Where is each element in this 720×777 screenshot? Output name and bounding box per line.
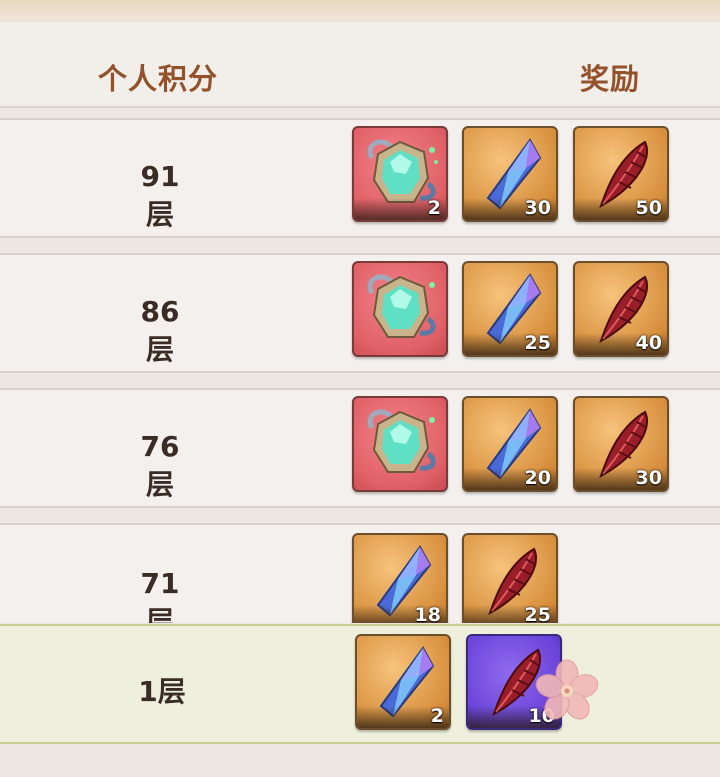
reward-item-blue-crystal[interactable]: 18: [352, 533, 448, 623]
reward-item-blue-crystal[interactable]: 2: [355, 634, 451, 730]
reward-item-red-feather[interactable]: 25: [462, 533, 558, 623]
reward-item-red-feather[interactable]: 50: [573, 126, 669, 222]
reward-item-emerald-shield[interactable]: 2: [352, 126, 448, 222]
reward-header: 奖励: [580, 62, 641, 96]
reward-row-2: 86层 25 40: [0, 253, 720, 373]
cherry-blossom-icon: [535, 659, 599, 720]
reward-row-1: 91层 2 30 50: [0, 118, 720, 238]
item-count: 40: [635, 332, 662, 354]
item-count: 30: [635, 467, 662, 489]
reward-item-emerald-shield[interactable]: [352, 396, 448, 492]
item-count: 30: [524, 197, 551, 219]
reward-row-4: 71层 18 25: [0, 523, 720, 623]
item-count: 2: [430, 705, 444, 727]
reward-item-red-feather[interactable]: 40: [573, 261, 669, 357]
item-count: 2: [427, 197, 441, 219]
floor-label: 71层: [140, 567, 180, 623]
reward-item-blue-crystal[interactable]: 25: [462, 261, 558, 357]
reward-item-blue-crystal[interactable]: 30: [462, 126, 558, 222]
floor-label: 91层: [140, 160, 180, 231]
item-count: 20: [524, 467, 551, 489]
item-count: 50: [635, 197, 662, 219]
reward-item-red-feather[interactable]: 30: [573, 396, 669, 492]
emerald-shield-icon: [367, 409, 436, 473]
personal-score-header: 个人积分: [98, 62, 219, 96]
floor-label: 86层: [140, 295, 180, 366]
floor-label: 76层: [140, 430, 180, 501]
top-banner-strip: [0, 0, 720, 22]
item-count: 18: [414, 604, 441, 623]
reward-item-emerald-shield[interactable]: [352, 261, 448, 357]
floor-label: 1层: [138, 675, 186, 708]
reward-table-header: 个人积分 奖励: [0, 22, 720, 108]
current-floor-row: 1层 2 10: [0, 624, 720, 744]
reward-item-blue-crystal[interactable]: 20: [462, 396, 558, 492]
item-count: 25: [524, 332, 551, 354]
item-count: 25: [524, 604, 551, 623]
emerald-shield-icon: [367, 274, 436, 338]
reward-row-3: 76层 20 30: [0, 388, 720, 508]
